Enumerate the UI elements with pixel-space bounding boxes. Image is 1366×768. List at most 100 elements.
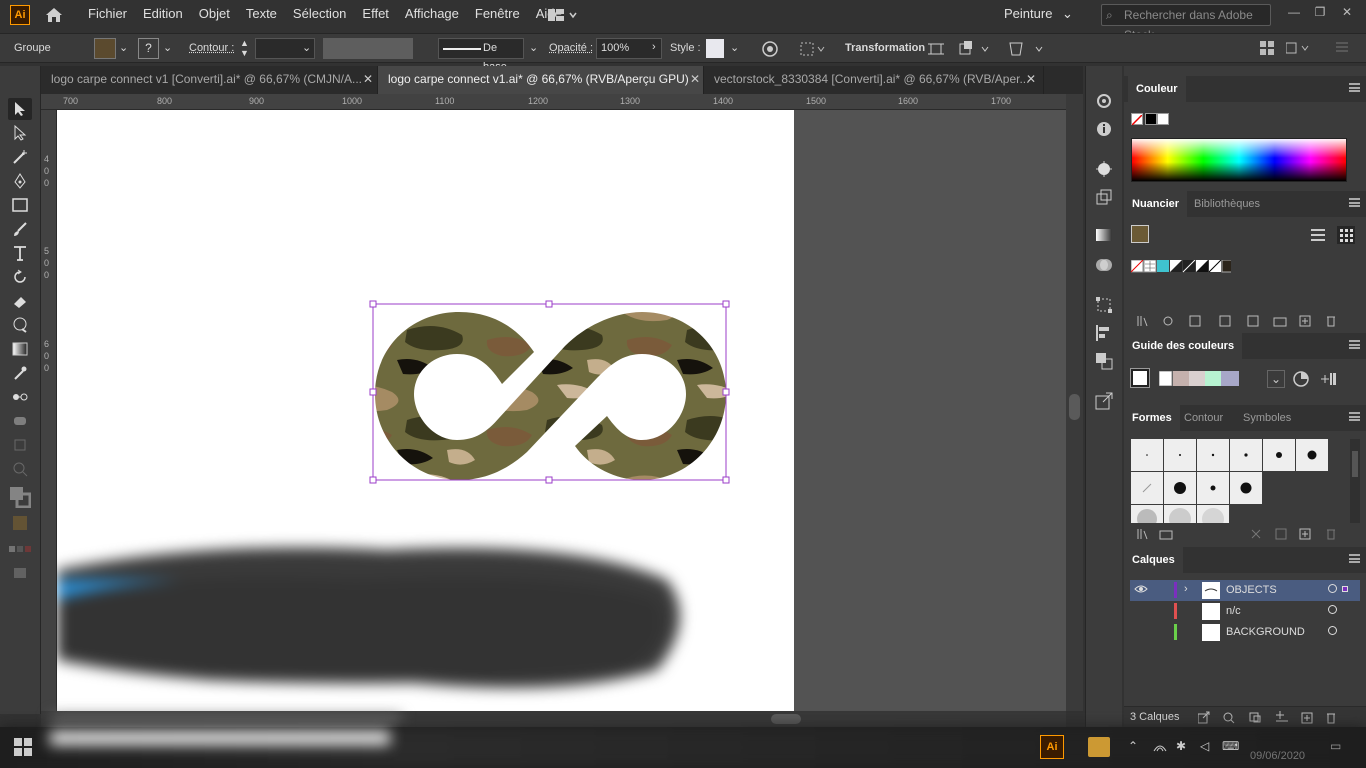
canvas[interactable] [57,110,1066,711]
draw-mode-icon[interactable] [8,562,32,584]
selected-art-indicator[interactable] [1342,586,1348,592]
isolate-icon[interactable] [928,41,944,60]
panel-menu-icon[interactable] [1349,554,1360,563]
eye-icon[interactable] [1134,582,1148,599]
harmony-dropdown[interactable]: ⌄ [1267,370,1285,388]
properties-icon[interactable] [1095,92,1113,113]
panel-menu-icon[interactable] [1349,198,1360,207]
layer-row-background[interactable]: BACKGROUND [1130,622,1360,643]
horizontal-scrollbar[interactable] [41,711,1066,727]
chevron-down-icon[interactable]: ⌄ [730,41,739,54]
export-icon[interactable] [1095,392,1113,413]
color-mode-icon[interactable] [8,538,32,560]
rotate-tool-icon[interactable] [8,266,32,288]
layer-target-icon[interactable] [1328,626,1337,635]
windows-start-icon[interactable] [14,738,32,759]
align-icon[interactable] [800,42,826,59]
info-icon[interactable] [1095,120,1113,141]
menu-objet[interactable]: Objet [191,0,238,30]
illustrator-taskbar-icon[interactable]: Ai [1040,735,1064,759]
menu-affichage[interactable]: Affichage [397,0,467,30]
chevron-down-icon[interactable]: ⌄ [163,41,172,54]
menu-selection[interactable]: Sélection [285,0,354,30]
control-bar-menu-icon[interactable] [1336,41,1348,56]
panel-menu-icon[interactable] [1349,412,1360,421]
transform-button[interactable]: Transformation [845,42,925,54]
variable-width-profile[interactable] [323,38,413,59]
recolor-art-icon[interactable] [1292,370,1310,391]
swatch-row[interactable] [1130,259,1235,276]
tab-contour[interactable]: Contour [1176,405,1231,431]
restore-button[interactable]: ❐ [1307,2,1333,24]
vertical-scrollbar[interactable] [1066,94,1083,711]
grid-layout-icon[interactable] [1260,41,1274,58]
tab-doc-3[interactable]: vectorstock_8330384 [Converti].ai* @ 66,… [704,66,1044,94]
fill-swatch[interactable] [94,38,116,59]
brush-library[interactable] [1131,439,1331,523]
fill-stroke-icon[interactable] [8,486,32,508]
magic-wand-tool-icon[interactable] [8,146,32,168]
type-tool-icon[interactable] [8,242,32,264]
envelope-icon[interactable] [1008,41,1046,60]
notifications-icon[interactable]: ▭ [1330,739,1341,753]
close-tab-icon[interactable]: ✕ [363,66,373,93]
menu-edition[interactable]: Edition [135,0,191,30]
layer-target-icon[interactable] [1328,605,1337,614]
bluetooth-icon[interactable]: ✱ [1176,739,1186,753]
brush-tool-icon[interactable] [8,218,32,240]
brush-definition[interactable]: De base [438,38,524,73]
stroke-label[interactable]: Contour : [189,42,234,54]
rectangle-tool-icon[interactable] [8,194,32,216]
tab-doc-1[interactable]: logo carpe connect v1 [Converti].ai* @ 6… [41,66,378,94]
layer-name[interactable]: OBJECTS [1226,584,1277,596]
language-icon[interactable]: ⌨ [1222,739,1239,753]
align-panel-icon[interactable] [1095,324,1113,345]
panel-menu-icon[interactable] [1349,340,1360,349]
grid-view-icon[interactable] [1337,226,1355,244]
layer-row-objects[interactable]: › OBJECTS [1130,580,1360,601]
pen-tool-icon[interactable] [8,170,32,192]
transform-panel-icon[interactable] [1095,296,1113,317]
tab-formes[interactable]: Formes [1124,405,1180,431]
tab-guide-couleurs[interactable]: Guide des couleurs [1124,333,1243,359]
artboard[interactable] [57,110,794,711]
layer-name[interactable]: n/c [1226,605,1241,617]
tab-doc-2[interactable]: logo carpe connect v1.ai* @ 66,67% (RVB/… [378,66,704,94]
fill-swatch-mini[interactable] [8,512,32,534]
infinity-logo[interactable] [343,312,726,480]
close-tab-icon[interactable]: ✕ [690,66,700,93]
save-color-group-icon[interactable] [1319,371,1337,390]
network-icon[interactable] [1152,739,1168,756]
scrollbar-thumb[interactable] [771,714,801,724]
eraser-tool-icon[interactable] [8,290,32,312]
zoom-tool-icon[interactable] [8,458,32,480]
gradient-tool-icon[interactable] [8,338,32,360]
gradient-panel-icon[interactable] [1095,228,1113,245]
layer-row-nc[interactable]: n/c [1130,601,1360,622]
stock-search-input[interactable]: ⌕ Rechercher dans Adobe Stock [1101,4,1271,42]
symbol-sprayer-tool-icon[interactable] [8,410,32,432]
taskbar-app-icon[interactable] [1088,737,1110,757]
chevron-up-icon[interactable]: ⌃ [1128,739,1138,753]
expand-layer-icon[interactable]: › [1184,583,1188,595]
menu-texte[interactable]: Texte [238,0,285,30]
chevron-down-icon[interactable]: ⌄ [119,41,128,54]
base-color-swatch[interactable] [1130,368,1150,388]
artboard-tool-icon[interactable] [8,434,32,456]
arrange-icon[interactable] [958,41,992,60]
harmony-swatches[interactable] [1158,370,1241,387]
artboards-icon[interactable] [1095,188,1113,209]
tab-couleur[interactable]: Couleur [1128,76,1186,102]
app-logo[interactable]: Ai [10,5,30,25]
color-spectrum[interactable] [1131,138,1347,182]
panel-menu-icon[interactable] [1349,83,1360,92]
distribute-icon[interactable] [1285,41,1312,58]
tab-calques[interactable]: Calques [1124,547,1183,573]
pathfinder-icon[interactable] [1095,352,1113,373]
stroke-weight-stepper[interactable]: ▲ ▼ [240,38,249,58]
chevron-right-icon[interactable]: › [652,41,656,53]
layer-target-icon[interactable] [1328,584,1337,593]
none-swatch[interactable] [1131,113,1143,126]
tab-bibliotheques[interactable]: Bibliothèques [1186,191,1268,217]
graphic-style-swatch[interactable] [706,39,724,58]
